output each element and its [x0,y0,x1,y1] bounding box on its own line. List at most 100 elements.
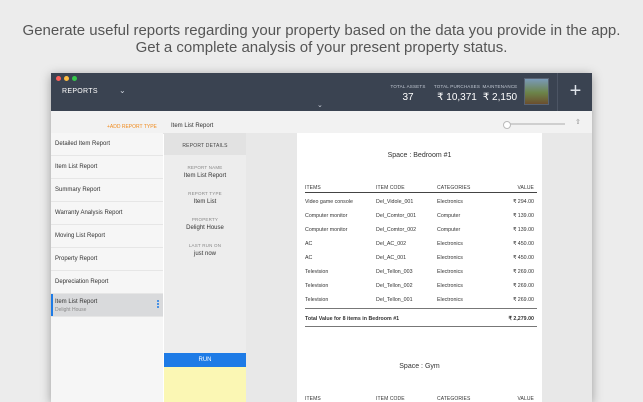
stat-total-purchases: TOTAL PURCHASES ₹ 10,371 [433,84,481,103]
cell-item: Television [305,297,329,303]
sidebar-item-label: Moving List Report [55,233,106,239]
total-label: Total Value for 8 items in Bedroom #1 [305,316,400,322]
stat-total-assets: TOTAL ASSETS 37 [388,84,428,103]
table-row: Television Del_Tellon_002 Electronics ₹ … [305,283,538,291]
stat-value: ₹ 2,150 [482,92,518,103]
more-options-icon[interactable] [157,300,159,309]
details-header: REPORT DETAILS [164,133,246,155]
app-window: REPORTS ⌄ ⌄ TOTAL ASSETS 37 TOTAL PURCHA… [51,73,592,402]
sidebar-item-moving-list-report[interactable]: Moving List Report [51,225,163,248]
cell-item: Television [305,283,329,289]
cell-category: Electronics [437,283,463,289]
sidebar-item-subtitle: Delight House [55,307,87,313]
property-avatar[interactable] [524,78,549,105]
sidebar-item-warranty-analysis-report[interactable]: Warranty Analysis Report [51,202,163,225]
cell-category: Electronics [437,255,463,261]
header-categories: CATEGORIES [437,185,471,191]
cell-category: Electronics [437,269,463,275]
stat-value: ₹ 10,371 [437,92,477,103]
sidebar-item-label: Depreciation Report [55,279,109,285]
expand-chevron-icon[interactable]: ⌄ [317,101,323,109]
close-window-button[interactable] [56,76,61,81]
header-value: VALUE [517,396,534,402]
cell-value: ₹ 139.00 [512,213,534,219]
notes-area[interactable] [164,367,246,402]
table-row: Television Del_Tellon_003 Electronics ₹ … [305,269,538,277]
stat-maintenance: MAINTENANCE ₹ 2,150 [481,84,519,103]
header-categories: CATEGORIES [437,396,471,402]
detail-report-name: REPORT NAME Item List Report [164,165,246,179]
sidebar-item-depreciation-report[interactable]: Depreciation Report [51,271,163,294]
cell-value: ₹ 450.00 [512,241,534,247]
promo-caption: Generate useful reports regarding your p… [0,22,643,56]
cell-item: AC [305,241,313,247]
cell-value: ₹ 269.00 [512,283,534,289]
table-header: ITEMS ITEM CODE CATEGORIES VALUE [305,396,538,402]
zoom-slider-knob[interactable] [503,121,511,129]
total-row: Total Value for 8 items in Bedroom #1 ₹ … [305,316,538,324]
cell-category: Electronics [437,241,463,247]
table-row: Television Del_Tellon_001 Electronics ₹ … [305,297,538,305]
detail-value: Item List Report [183,173,227,179]
detail-last-run: LAST RUN ON just now [164,243,246,257]
sidebar-item-detailed-item-report[interactable]: Detailed Item Report [51,133,163,156]
share-icon[interactable]: ⇧ [575,118,581,126]
header-items: ITEMS [305,185,321,191]
detail-property: PROPERTY Delight House [164,217,246,231]
table-row: AC Del_AC_001 Electronics ₹ 450.00 [305,255,538,263]
sidebar-item-active-report[interactable]: Item List Report Delight House [51,294,163,317]
table-row: Computer monitor Del_Comtor_002 Computer… [305,227,538,235]
cell-value: ₹ 139.00 [512,227,534,233]
section-selector[interactable]: REPORTS [62,88,98,95]
cell-value: ₹ 269.00 [512,297,534,303]
header-item-code: ITEM CODE [376,396,405,402]
title-bar: REPORTS ⌄ ⌄ TOTAL ASSETS 37 TOTAL PURCHA… [51,73,592,111]
sidebar-item-property-report[interactable]: Property Report [51,248,163,271]
total-divider-top [305,308,537,309]
stat-value: 37 [402,92,414,103]
sidebar-item-label: Item List Report [55,299,98,305]
detail-value: just now [193,251,216,257]
sidebar-item-item-list-report[interactable]: Item List Report [51,156,163,179]
cell-value: ₹ 450.00 [512,255,534,261]
cell-item: Computer monitor [305,213,348,219]
zoom-window-button[interactable] [72,76,77,81]
chevron-down-icon[interactable]: ⌄ [119,86,126,95]
sidebar-item-summary-report[interactable]: Summary Report [51,179,163,202]
cell-code: Del_Tellon_002 [376,283,413,289]
cell-code: Del_Vidole_001 [376,199,414,205]
add-button[interactable]: + [557,73,592,111]
cell-category: Electronics [437,297,463,303]
sidebar-item-label: Summary Report [55,187,101,193]
detail-label: LAST RUN ON [188,243,222,248]
detail-value: Delight House [186,225,224,231]
header-items: ITEMS [305,396,321,402]
zoom-slider[interactable] [503,121,565,129]
cell-item: Video game console [305,199,353,205]
stat-label: TOTAL PURCHASES [433,84,481,89]
stat-label: MAINTENANCE [482,84,518,89]
details-title: REPORT DETAILS [182,143,228,149]
minimize-window-button[interactable] [64,76,69,81]
table-row: AC Del_AC_002 Electronics ₹ 450.00 [305,241,538,249]
cell-item: AC [305,255,313,261]
report-sidebar: Detailed Item Report Item List Report Su… [51,133,163,402]
toolbar: +ADD REPORT TYPE Item List Report ⇧ [51,111,592,134]
space-title: Space : Gym [399,363,440,370]
add-report-type-button[interactable]: +ADD REPORT TYPE [107,124,157,130]
cell-category: Electronics [437,199,463,205]
space-title: Space : Bedroom #1 [387,152,452,159]
run-button[interactable]: RUN [164,353,246,367]
detail-value: Item List [193,199,217,205]
sidebar-item-label: Property Report [55,256,98,262]
header-divider [305,192,537,193]
cell-value: ₹ 269.00 [512,269,534,275]
table-row: Video game console Del_Vidole_001 Electr… [305,199,538,207]
caption-line-1: Generate useful reports regarding your p… [22,22,621,39]
caption-line-2: Get a complete analysis of your present … [135,39,508,56]
header-item-code: ITEM CODE [376,185,405,191]
sidebar-item-label: Warranty Analysis Report [55,210,123,216]
cell-code: Del_Comtor_002 [376,227,417,233]
cell-code: Del_Tellon_003 [376,269,413,275]
sidebar-item-label: Item List Report [55,164,98,170]
